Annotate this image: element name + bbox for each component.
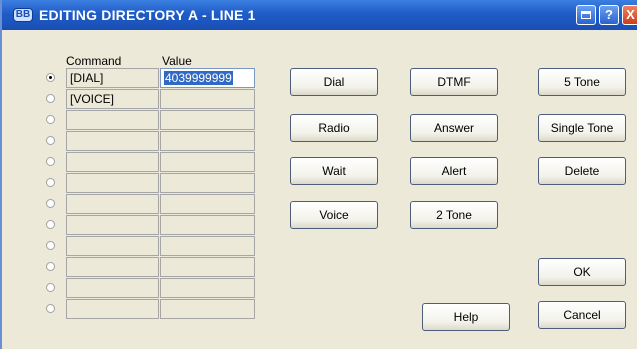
- value-cell[interactable]: [160, 215, 255, 235]
- close-button[interactable]: X: [622, 5, 637, 25]
- value-cell[interactable]: [160, 278, 255, 298]
- command-cell[interactable]: [66, 257, 159, 277]
- row-radio[interactable]: [46, 136, 55, 145]
- row-radio[interactable]: [46, 199, 55, 208]
- value-cell[interactable]: [160, 194, 255, 214]
- value-cell[interactable]: [160, 110, 255, 130]
- answer-button[interactable]: Answer: [410, 114, 498, 142]
- help-button[interactable]: Help: [422, 303, 510, 331]
- two-tone-button[interactable]: 2 Tone: [410, 201, 498, 229]
- row-radio[interactable]: [46, 283, 55, 292]
- dial-button[interactable]: Dial: [290, 68, 378, 96]
- voice-button[interactable]: Voice: [290, 201, 378, 229]
- restore-icon: [581, 11, 591, 19]
- dtmf-button[interactable]: DTMF: [410, 68, 498, 96]
- row-radio[interactable]: [46, 115, 55, 124]
- value-cell[interactable]: [160, 299, 255, 319]
- value-cell[interactable]: [160, 257, 255, 277]
- cancel-button[interactable]: Cancel: [538, 301, 626, 329]
- row-radio[interactable]: [46, 94, 55, 103]
- command-cell[interactable]: [66, 299, 159, 319]
- wait-button[interactable]: Wait: [290, 157, 378, 185]
- row-radio[interactable]: [46, 304, 55, 313]
- row-radio[interactable]: [46, 178, 55, 187]
- value-cell[interactable]: [160, 131, 255, 151]
- command-cell[interactable]: [66, 152, 159, 172]
- value-input[interactable]: 4039999999: [160, 68, 255, 88]
- command-cell[interactable]: [66, 194, 159, 214]
- help-title-button[interactable]: ?: [599, 5, 619, 25]
- selected-value-text: 4039999999: [164, 71, 233, 85]
- command-cell[interactable]: [66, 215, 159, 235]
- value-cell[interactable]: [160, 236, 255, 256]
- command-cell[interactable]: [66, 278, 159, 298]
- command-cell[interactable]: [VOICE]: [66, 89, 159, 109]
- title-bar[interactable]: BB EDITING DIRECTORY A - LINE 1 ? X: [2, 0, 637, 30]
- row-radio[interactable]: [46, 73, 55, 82]
- restore-button[interactable]: [576, 5, 596, 25]
- value-cell[interactable]: [160, 173, 255, 193]
- row-radio[interactable]: [46, 220, 55, 229]
- single-tone-button[interactable]: Single Tone: [538, 114, 626, 142]
- app-icon: BB: [13, 8, 33, 22]
- alert-button[interactable]: Alert: [410, 157, 498, 185]
- command-cell[interactable]: [66, 131, 159, 151]
- editing-directory-dialog: BB EDITING DIRECTORY A - LINE 1 ? X Comm…: [0, 0, 637, 349]
- window-title: EDITING DIRECTORY A - LINE 1: [39, 7, 256, 23]
- value-column-header: Value: [162, 54, 192, 68]
- ok-button[interactable]: OK: [538, 258, 626, 286]
- command-column-header: Command: [66, 54, 122, 68]
- five-tone-button[interactable]: 5 Tone: [538, 68, 626, 96]
- command-cell[interactable]: [DIAL]: [66, 68, 159, 88]
- command-cell[interactable]: [66, 110, 159, 130]
- delete-button[interactable]: Delete: [538, 157, 626, 185]
- row-radio[interactable]: [46, 157, 55, 166]
- row-radio[interactable]: [46, 241, 55, 250]
- value-cell[interactable]: [160, 89, 255, 109]
- command-cell[interactable]: [66, 236, 159, 256]
- radio-button[interactable]: Radio: [290, 114, 378, 142]
- value-cell[interactable]: [160, 152, 255, 172]
- command-cell[interactable]: [66, 173, 159, 193]
- row-radio[interactable]: [46, 262, 55, 271]
